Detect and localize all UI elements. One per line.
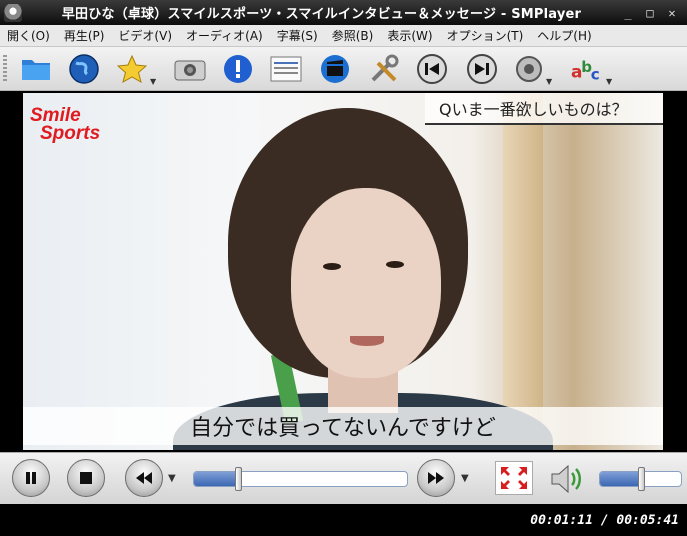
- person-face: [291, 188, 441, 378]
- forward-icon: [428, 472, 444, 484]
- subtitle-track-icon[interactable]: abc: [570, 53, 602, 85]
- preferences-tools-icon[interactable]: [368, 53, 400, 85]
- fullscreen-icon: [501, 467, 527, 489]
- next-track-icon[interactable]: [466, 53, 498, 85]
- stop-button[interactable]: [67, 459, 105, 497]
- question-caption: Qいま一番欲しいものは？: [425, 93, 663, 125]
- favorites-star-icon[interactable]: [116, 53, 148, 85]
- mute-button[interactable]: [548, 461, 584, 497]
- person-mouth: [350, 336, 384, 346]
- forward-button[interactable]: [417, 459, 455, 497]
- seek-bar[interactable]: [193, 471, 408, 487]
- rewind-dropdown-icon[interactable]: ▼: [168, 473, 176, 484]
- audio-dropdown-icon[interactable]: ▼: [546, 77, 552, 86]
- audio-track-icon[interactable]: [513, 53, 545, 85]
- rewind-icon: [136, 472, 152, 484]
- favorites-dropdown-icon[interactable]: ▼: [150, 77, 156, 86]
- close-icon[interactable]: ✕: [665, 6, 679, 20]
- toolbar-grip[interactable]: [3, 55, 7, 83]
- forward-dropdown-icon[interactable]: ▼: [461, 473, 469, 484]
- menu-options[interactable]: オプション(T): [440, 27, 531, 44]
- menu-audio[interactable]: オーディオ(A): [179, 27, 270, 44]
- volume-slider-fill: [600, 472, 641, 486]
- menu-play[interactable]: 再生(P): [57, 27, 112, 44]
- menu-video[interactable]: ビデオ(V): [111, 27, 179, 44]
- rewind-button[interactable]: [125, 459, 163, 497]
- menubar: 開く(O) 再生(P) ビデオ(V) オーディオ(A) 字幕(S) 参照(B) …: [0, 25, 687, 47]
- open-url-globe-icon[interactable]: [68, 53, 100, 85]
- video-frame[interactable]: Smile Sports Qいま一番欲しいものは？ 自分では買ってないんですけど: [23, 93, 663, 450]
- background-blind: [503, 93, 543, 450]
- stop-icon: [80, 472, 92, 484]
- smplayer-app-icon[interactable]: [4, 3, 22, 22]
- speaker-icon: [551, 464, 581, 494]
- pause-button[interactable]: [12, 459, 50, 497]
- seek-bar-fill: [194, 472, 239, 486]
- logo-line-2: Sports: [40, 123, 101, 144]
- fullscreen-button[interactable]: [495, 461, 533, 495]
- window-titlebar: 早田ひな（卓球）スマイルスポーツ・スマイルインタビュー＆メッセージ - SMPl…: [0, 0, 687, 25]
- person-left-eye: [323, 263, 341, 270]
- video-area[interactable]: Smile Sports Qいま一番欲しいものは？ 自分では買ってないんですけど: [0, 91, 687, 452]
- previous-track-icon[interactable]: [416, 53, 448, 85]
- svg-text:c: c: [591, 65, 600, 83]
- smile-sports-logo: Smile Sports: [30, 106, 101, 144]
- info-icon[interactable]: [222, 53, 254, 85]
- main-toolbar: ▼ ▼ abc ▼: [0, 47, 687, 91]
- menu-view[interactable]: 表示(W): [380, 27, 439, 44]
- maximize-icon[interactable]: □: [643, 6, 657, 20]
- open-folder-icon[interactable]: [20, 53, 52, 85]
- seek-handle[interactable]: [234, 467, 242, 491]
- subtitle-caption: 自分では買ってないんですけど: [23, 407, 663, 445]
- video-clapper-icon[interactable]: [319, 53, 351, 85]
- pause-icon: [26, 472, 36, 484]
- window-title: 早田ひな（卓球）スマイルスポーツ・スマイルインタビュー＆メッセージ - SMPl…: [61, 7, 582, 22]
- menu-browse[interactable]: 参照(B): [325, 27, 381, 44]
- menu-help[interactable]: ヘルプ(H): [530, 27, 598, 44]
- time-display: 00:01:11 / 00:05:41: [530, 512, 679, 528]
- playlist-icon[interactable]: [270, 53, 302, 85]
- menu-subtitles[interactable]: 字幕(S): [270, 27, 325, 44]
- volume-handle[interactable]: [637, 467, 645, 491]
- subtitle-dropdown-icon[interactable]: ▼: [606, 77, 612, 86]
- person-right-eye: [386, 261, 404, 268]
- control-bar: ▼ ▼: [0, 452, 687, 504]
- minimize-icon[interactable]: _: [621, 6, 635, 20]
- menu-open[interactable]: 開く(O): [0, 27, 57, 44]
- status-bar: 00:01:11 / 00:05:41: [0, 504, 687, 536]
- screenshot-camera-icon[interactable]: [174, 53, 206, 85]
